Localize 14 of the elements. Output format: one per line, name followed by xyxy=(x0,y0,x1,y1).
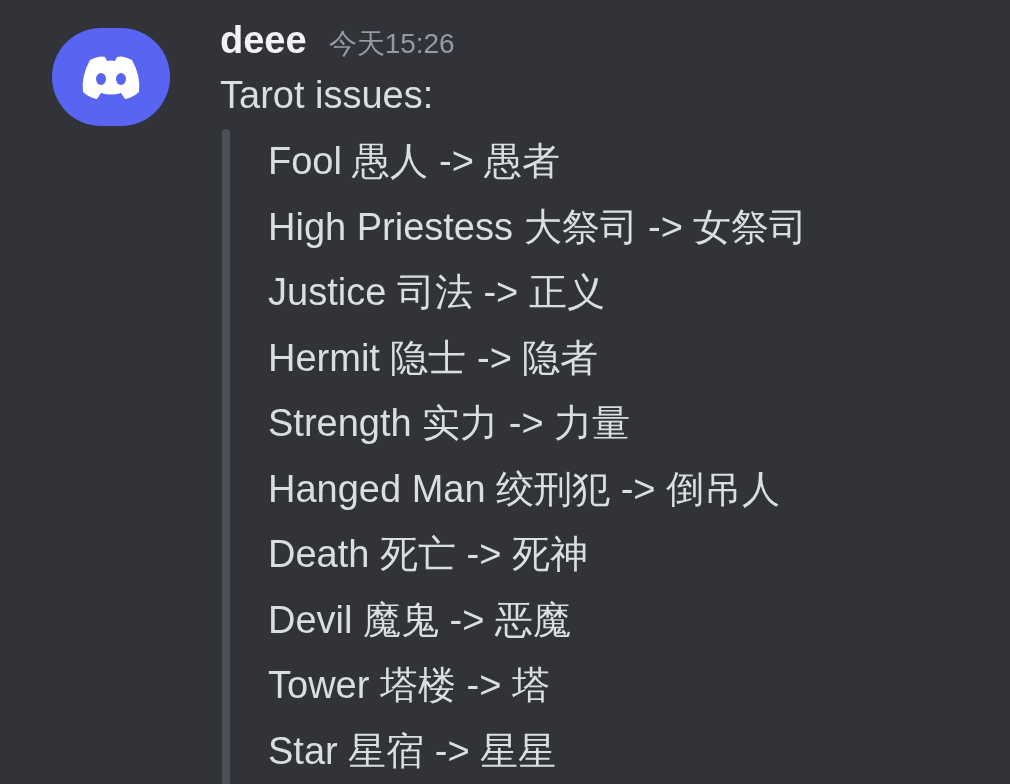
timestamp: 今天15:26 xyxy=(328,27,455,61)
quote-line: Hermit 隐士 -> 隐者 xyxy=(268,335,600,381)
quote-line: Justice 司法 -> 正义 xyxy=(268,270,606,315)
username[interactable]: deee xyxy=(220,12,307,69)
gamepad-icon xyxy=(80,54,142,100)
quote-line: Tower 塔楼 -> 塔 xyxy=(268,663,551,708)
quote-line: Strength 实力 -> 力量 xyxy=(268,401,632,446)
quote-line: Devil 魔鬼 -> 恶魔 xyxy=(268,597,572,643)
quote-line: Star 星宿 -> 星星 xyxy=(268,728,558,774)
quote-line: High Priestess 大祭司 -> 女祭司 xyxy=(268,204,808,250)
message-text: Tarot issues: xyxy=(220,73,435,118)
quote-line: Hanged Man 绞刑犯 -> 倒吊人 xyxy=(268,466,782,512)
quote-line: Death 死亡 -> 死神 xyxy=(268,532,589,577)
quote-line: Fool 愚人 -> 愚者 xyxy=(268,139,562,184)
